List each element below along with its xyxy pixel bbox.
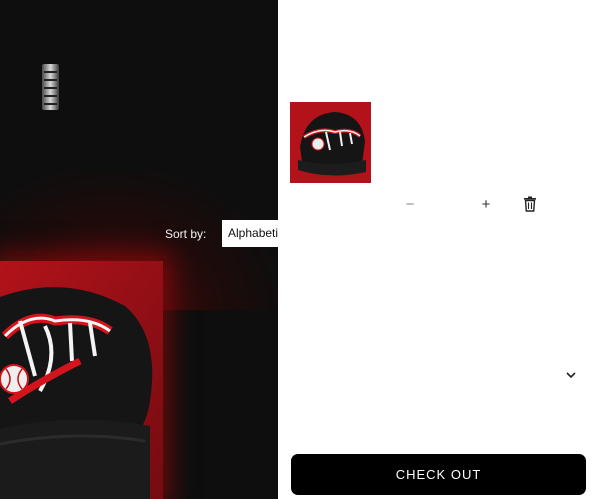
storefront-background: Sort by: Alphabetically, A-Z — [0, 0, 278, 499]
brand-logo-icon[interactable] — [40, 62, 62, 112]
chevron-down-icon[interactable] — [564, 368, 578, 380]
trash-icon[interactable] — [523, 196, 537, 212]
product-image[interactable] — [0, 261, 163, 499]
checkout-button[interactable]: CHECK OUT — [291, 454, 586, 495]
cart-drawer: − + CHECK OUT — [278, 0, 592, 499]
cart-item-thumbnail[interactable] — [290, 102, 371, 183]
sort-select[interactable]: Alphabetically, A-Z — [222, 220, 278, 247]
increase-quantity-button[interactable]: + — [476, 194, 496, 214]
sort-label: Sort by: — [165, 227, 207, 241]
decrease-quantity-button[interactable]: − — [400, 194, 420, 214]
